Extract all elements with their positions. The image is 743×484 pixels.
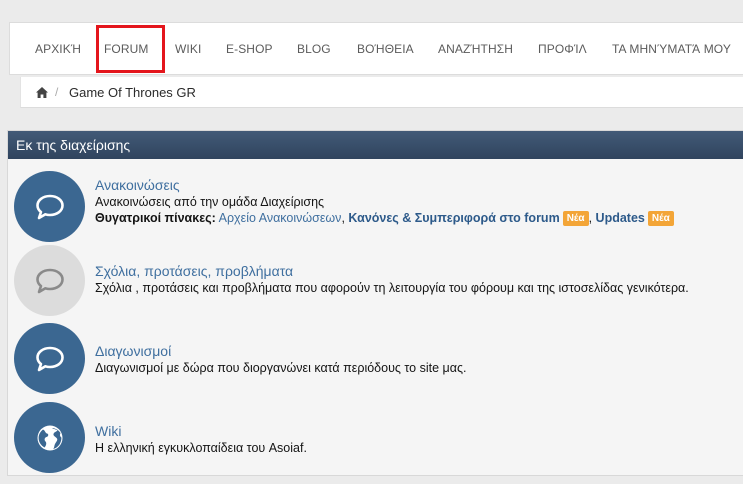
nav-item-messages[interactable]: ΤΑ ΜΗΝΎΜΑΤΆ ΜΟΥ bbox=[612, 42, 731, 56]
nav-item-eshop[interactable]: E-SHOP bbox=[226, 42, 273, 56]
node-description: Διαγωνισμοί με δώρα που διοργανώνει κατά… bbox=[95, 361, 467, 375]
node-title[interactable]: Διαγωνισμοί bbox=[95, 343, 171, 359]
home-icon[interactable] bbox=[36, 87, 48, 98]
speech-bubble-icon[interactable] bbox=[14, 171, 85, 242]
breadcrumb-item[interactable]: Game Of Thrones GR bbox=[69, 85, 196, 100]
nav-item-wiki[interactable]: WIKI bbox=[175, 42, 201, 56]
node-description: Σχόλια , προτάσεις και προβλήματα που αφ… bbox=[95, 281, 689, 295]
node-title[interactable]: Ανακοινώσεις bbox=[95, 177, 180, 193]
speech-bubble-icon[interactable] bbox=[14, 323, 85, 394]
forum-category: Εκ της διαχείρισης Ανακοινώσεις Ανακοινώ… bbox=[7, 130, 743, 476]
subforum-link-updates[interactable]: Updates bbox=[596, 211, 645, 225]
node-title[interactable]: Σχόλια, προτάσεις, προβλήματα bbox=[95, 263, 293, 279]
breadcrumb: / Game Of Thrones GR bbox=[20, 77, 743, 108]
subforum-link-rules[interactable]: Κανόνες & Συμπεριφορά στο forum bbox=[348, 211, 559, 225]
new-badge: Νέα bbox=[562, 211, 589, 226]
nav-item-search[interactable]: ΑΝΑΖΉΤΗΣΗ bbox=[438, 42, 513, 56]
nav-item-forum[interactable]: FORUM bbox=[104, 42, 149, 56]
nav-item-profile[interactable]: ΠΡΟΦΊΛ bbox=[538, 42, 587, 56]
node-title[interactable]: Wiki bbox=[95, 423, 121, 439]
main-navigation: ΑΡΧΙΚΉ FORUM WIKI E-SHOP BLOG ΒΟΉΘΕΙΑ ΑΝ… bbox=[9, 22, 743, 75]
globe-icon[interactable] bbox=[14, 402, 85, 473]
node-description: Ανακοινώσεις από την ομάδα Διαχείρισης bbox=[95, 195, 325, 209]
new-badge: Νέα bbox=[647, 211, 674, 226]
nav-item-help[interactable]: ΒΟΉΘΕΙΑ bbox=[357, 42, 414, 56]
category-header[interactable]: Εκ της διαχείρισης bbox=[8, 131, 743, 159]
subforum-list: Θυγατρικοί πίνακες: Αρχείο Ανακοινώσεων,… bbox=[95, 211, 674, 226]
subforum-link-archive[interactable]: Αρχείο Ανακοινώσεων bbox=[219, 211, 342, 225]
node-description: Η ελληνική εγκυκλοπαίδεια του Asoiaf. bbox=[95, 441, 307, 455]
speech-bubble-icon[interactable] bbox=[14, 245, 85, 316]
nav-item-blog[interactable]: BLOG bbox=[297, 42, 331, 56]
breadcrumb-separator: / bbox=[55, 85, 59, 99]
nav-item-home[interactable]: ΑΡΧΙΚΉ bbox=[35, 42, 81, 56]
subforums-label: Θυγατρικοί πίνακες: bbox=[95, 211, 216, 225]
